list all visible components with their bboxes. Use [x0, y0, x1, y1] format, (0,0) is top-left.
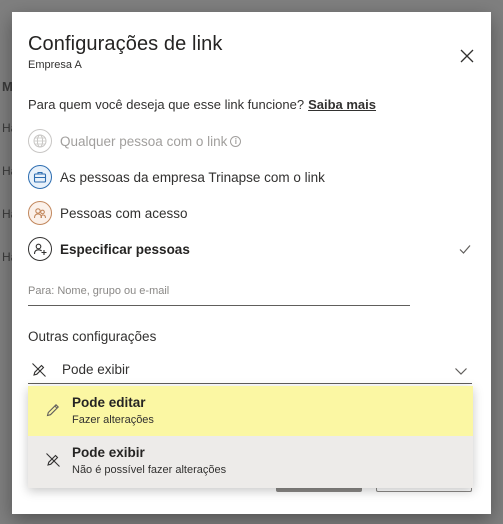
- person-add-icon: [28, 237, 52, 261]
- option-subtitle: Fazer alterações: [72, 414, 154, 426]
- info-icon[interactable]: i: [230, 135, 242, 147]
- learn-more-link[interactable]: Saiba mais: [308, 97, 376, 112]
- question-text: Para quem você deseja que esse link func…: [28, 97, 305, 112]
- option-label: As pessoas da empresa Trinapse com o lin…: [60, 169, 325, 185]
- no-edit-icon: [46, 453, 60, 467]
- option-label: Qualquer pessoa com o link: [60, 133, 228, 149]
- close-icon: [460, 49, 474, 63]
- briefcase-icon: [28, 165, 52, 189]
- globe-icon: [28, 129, 52, 153]
- option-company-people[interactable]: As pessoas da empresa Trinapse com o lin…: [28, 164, 472, 190]
- dropdown-option-text: Pode editar Fazer alterações: [72, 386, 154, 427]
- dropdown-option-can-view[interactable]: Pode exibir Não é possível fazer alteraç…: [28, 436, 473, 488]
- option-label: Pessoas com acesso: [60, 205, 188, 221]
- option-label: Especificar pessoas: [60, 241, 190, 257]
- no-edit-icon: [32, 362, 46, 377]
- other-settings-heading: Outras configurações: [28, 329, 157, 344]
- option-people-with-access[interactable]: Pessoas com acesso: [28, 200, 472, 226]
- permission-selected-label: Pode exibir: [62, 362, 130, 377]
- checkmark-icon: [459, 245, 471, 254]
- option-anyone-with-link[interactable]: Qualquer pessoa com o link i: [28, 128, 472, 154]
- people-icon: [28, 201, 52, 225]
- permission-dropdown-list: Pode editar Fazer alterações Pode exibir…: [28, 386, 473, 488]
- permission-dropdown[interactable]: Pode exibir: [28, 356, 472, 384]
- dropdown-option-text: Pode exibir Não é possível fazer alteraç…: [72, 436, 226, 477]
- close-button[interactable]: [458, 47, 476, 65]
- dialog-title: Configurações de link: [28, 33, 223, 55]
- dropdown-option-can-edit[interactable]: Pode editar Fazer alterações: [28, 386, 473, 436]
- option-title: Pode editar: [72, 395, 146, 410]
- chevron-down-icon: [455, 368, 467, 375]
- people-input[interactable]: [28, 280, 410, 306]
- pencil-icon: [46, 404, 59, 417]
- option-subtitle: Não é possível fazer alterações: [72, 464, 227, 476]
- dialog-subtitle: Empresa A: [28, 59, 82, 71]
- option-specific-people[interactable]: Especificar pessoas: [28, 236, 472, 262]
- option-title: Pode exibir: [72, 445, 145, 460]
- access-question: Para quem você deseja que esse link func…: [28, 97, 376, 112]
